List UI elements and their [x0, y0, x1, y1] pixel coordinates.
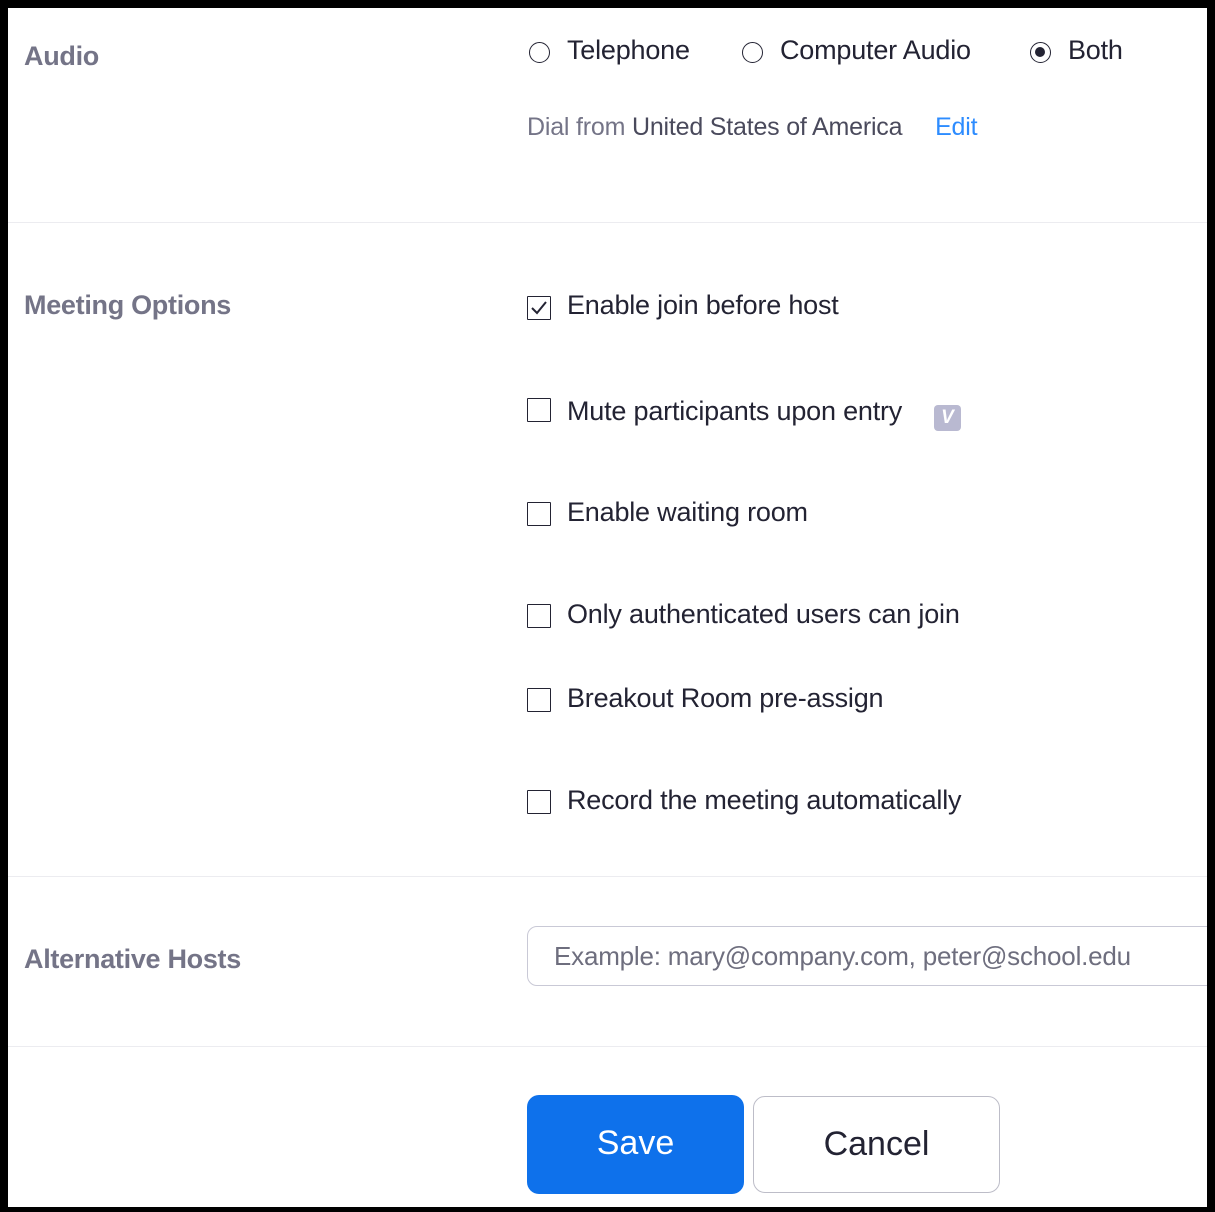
dial-from-label: Dial from — [527, 113, 626, 141]
enable-join-before-host-label[interactable]: Enable join before host — [567, 290, 839, 321]
mute-participants-checkbox[interactable] — [527, 398, 551, 422]
enable-waiting-room-checkbox[interactable] — [527, 502, 551, 526]
both-radio-label[interactable]: Both — [1068, 35, 1123, 66]
breakout-room-label[interactable]: Breakout Room pre-assign — [567, 683, 884, 714]
alternative-hosts-label: Alternative Hosts — [24, 944, 241, 974]
computer-audio-radio[interactable] — [742, 42, 763, 63]
checkmark-icon — [531, 301, 547, 315]
meeting-options-label: Meeting Options — [24, 290, 231, 320]
section-divider — [8, 222, 1207, 223]
dial-country: United States of America — [631, 113, 903, 141]
audio-section-label: Audio — [24, 41, 99, 71]
paid-feature-badge-icon: V — [934, 405, 961, 431]
enable-waiting-room-label[interactable]: Enable waiting room — [567, 497, 808, 528]
cancel-button[interactable]: Cancel — [753, 1096, 1000, 1193]
section-divider — [8, 876, 1207, 877]
meeting-settings-panel: Audio Telephone Computer Audio Both Dial… — [0, 0, 1215, 1212]
mute-participants-label[interactable]: Mute participants upon entry — [567, 396, 902, 427]
dial-from-row: Dial from United States of America Edit — [527, 113, 978, 142]
save-button[interactable]: Save — [527, 1095, 744, 1194]
telephone-radio[interactable] — [529, 42, 550, 63]
telephone-radio-label[interactable]: Telephone — [567, 35, 690, 66]
record-automatically-checkbox[interactable] — [527, 790, 551, 814]
both-radio[interactable] — [1030, 42, 1051, 63]
authenticated-users-label[interactable]: Only authenticated users can join — [567, 599, 960, 630]
computer-audio-radio-label[interactable]: Computer Audio — [780, 35, 971, 66]
section-divider — [8, 1046, 1207, 1047]
authenticated-users-checkbox[interactable] — [527, 604, 551, 628]
edit-dial-link[interactable]: Edit — [935, 113, 977, 141]
breakout-room-checkbox[interactable] — [527, 688, 551, 712]
record-automatically-label[interactable]: Record the meeting automatically — [567, 785, 962, 816]
alternative-hosts-field[interactable] — [527, 926, 1207, 986]
alternative-hosts-input[interactable] — [554, 927, 1207, 985]
enable-join-before-host-checkbox[interactable] — [527, 296, 551, 320]
radio-selected-dot — [1035, 47, 1045, 57]
